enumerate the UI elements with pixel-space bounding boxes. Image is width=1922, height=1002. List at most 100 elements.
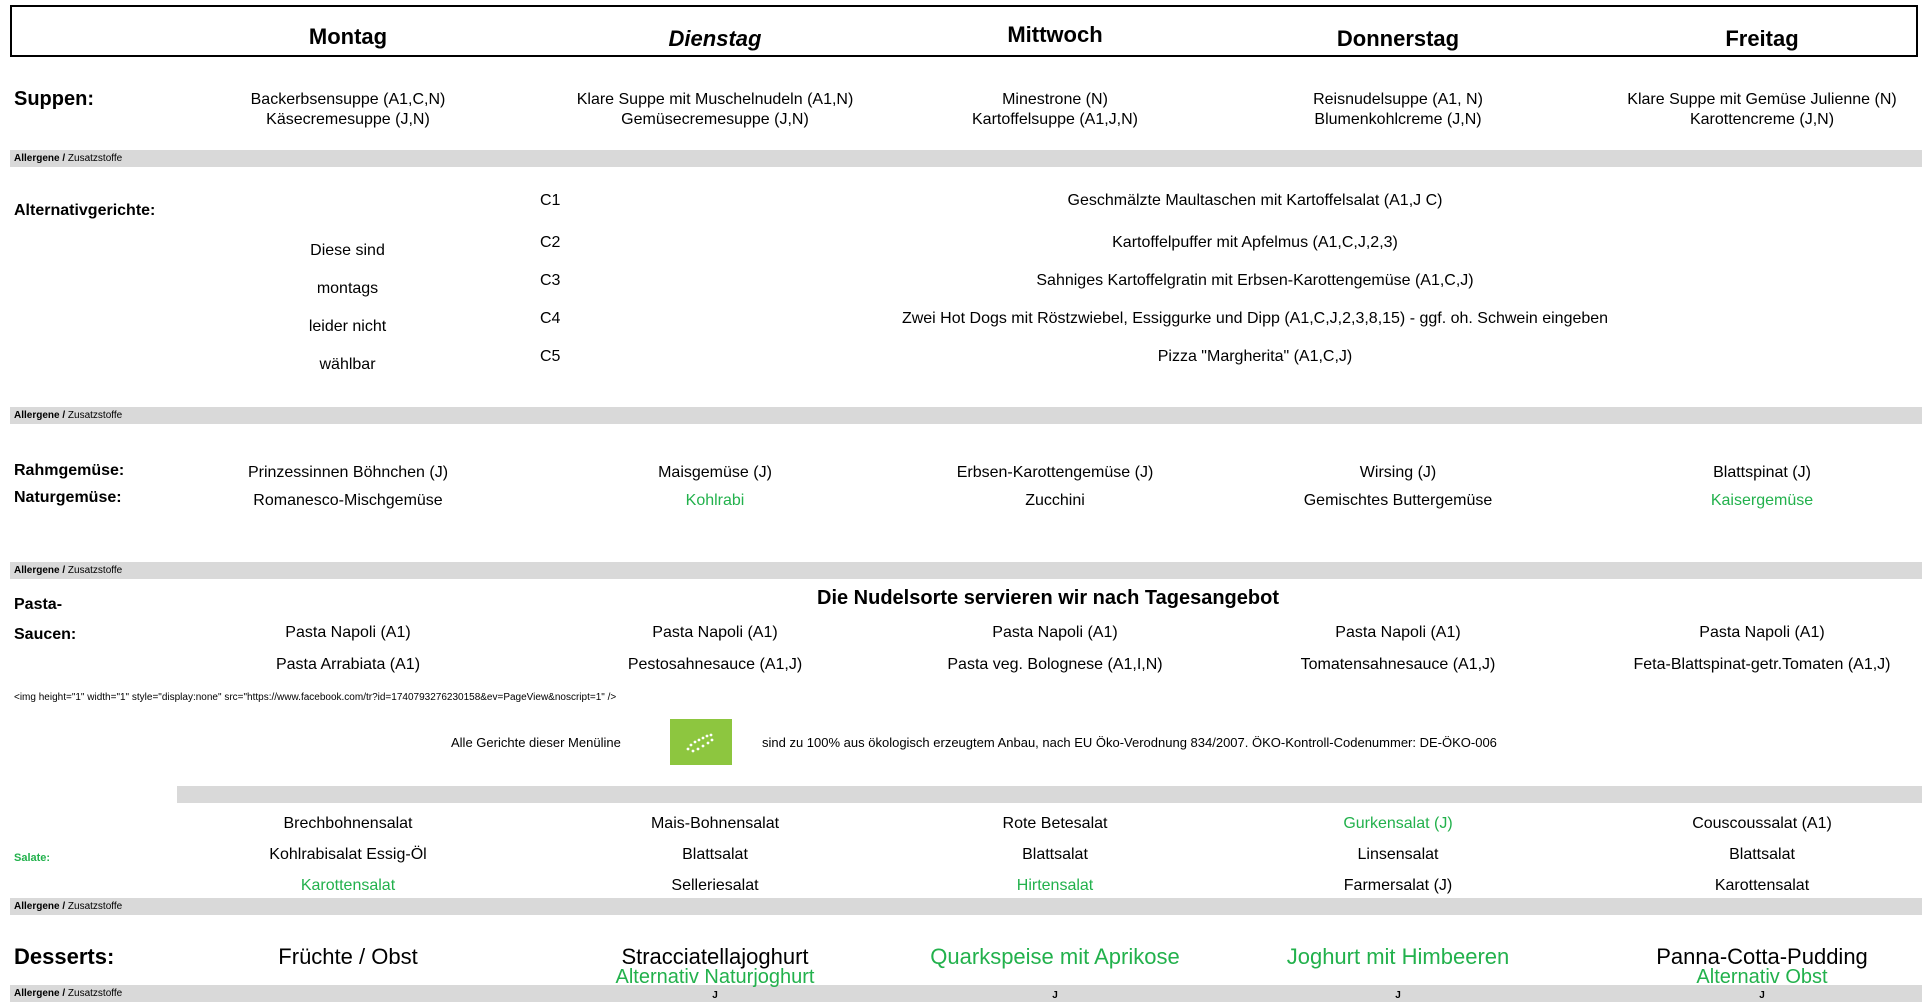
eu-organic-logo — [670, 719, 732, 765]
salad-monday: Brechbohnensalat Kohlrabisalat Essig-Öl … — [269, 814, 426, 896]
soup-tuesday-2: Gemüsecremesuppe (J,N) — [621, 111, 809, 128]
natural-veg-label: Naturgemüse: — [14, 489, 122, 506]
salad-friday-2: Blattsalat — [1729, 846, 1795, 863]
pasta-row1-wednesday: Pasta Napoli (A1) — [992, 624, 1118, 641]
allergen-bar — [10, 562, 1922, 579]
allergen-bar-label: Allergene / Zusatzstoffe — [14, 565, 123, 576]
allergen-bar — [10, 407, 1922, 424]
dessert-allergen-tuesday: J — [712, 990, 718, 1001]
salad-friday-1: Couscoussalat (A1) — [1692, 815, 1832, 832]
soup-friday-1: Klare Suppe mit Gemüse Julienne (N) — [1627, 91, 1897, 108]
alt-code-c5: C5 — [540, 348, 561, 365]
salad-thursday-2: Linsensalat — [1357, 846, 1439, 863]
alt-text-c1: Geschmälzte Maultaschen mit Kartoffelsal… — [1067, 192, 1443, 209]
salad-tuesday-3: Selleriesalat — [671, 877, 759, 894]
salad-friday: Couscoussalat (A1) Blattsalat Karottensa… — [1692, 814, 1832, 896]
alt-text-c2: Kartoffelpuffer mit Apfelmus (A1,C,J,2,3… — [1112, 234, 1398, 251]
alt-code-c2: C2 — [540, 234, 561, 251]
allergen-bar-label: Allergene / Zusatzstoffe — [14, 988, 123, 999]
soup-monday-1: Backerbsensuppe (A1,C,N) — [250, 91, 446, 108]
soup-friday: Klare Suppe mit Gemüse Julienne (N) Karo… — [1627, 90, 1896, 130]
soup-wednesday-2: Kartoffelsuppe (A1,J,N) — [971, 111, 1139, 128]
pasta-row1-tuesday: Pasta Napoli (A1) — [652, 624, 778, 641]
soup-thursday: Reisnudelsuppe (A1, N) Blumenkohlcreme (… — [1313, 90, 1483, 130]
cream-veg-wednesday: Erbsen-Karottengemüse (J) — [956, 464, 1154, 481]
cream-veg-thursday: Wirsing (J) — [1359, 464, 1437, 481]
salad-thursday-3: Farmersalat (J) — [1343, 877, 1453, 894]
alt-code-c1: C1 — [540, 192, 561, 209]
salad-tuesday-2: Blattsalat — [682, 846, 748, 863]
pasta-heading: Die Nudelsorte servieren wir nach Tagesa… — [817, 587, 1279, 609]
alt-code-c3: C3 — [540, 272, 561, 289]
natural-veg-wednesday: Zucchini — [1025, 492, 1085, 509]
soup-thursday-2: Blumenkohlcreme (J,N) — [1314, 111, 1482, 128]
allergen-bar — [10, 150, 1922, 167]
allergen-bar — [10, 898, 1922, 915]
alternatives-note-1: Diese sind — [310, 242, 385, 259]
pasta-label-2: Saucen: — [14, 626, 77, 643]
pasta-row2-thursday: Tomatensahnesauce (A1,J) — [1300, 656, 1496, 673]
salad-thursday-1: Gurkensalat (J) — [1343, 815, 1453, 832]
alternatives-note-3: leider nicht — [308, 318, 387, 335]
pasta-label-1: Pasta- — [14, 596, 63, 613]
desserts-label: Desserts: — [14, 944, 115, 969]
day-thursday: Donnerstag — [1336, 26, 1460, 51]
pasta-row1-thursday: Pasta Napoli (A1) — [1335, 624, 1461, 641]
dessert-alternative-friday: Alternativ Obst — [1696, 966, 1828, 988]
day-friday: Freitag — [1725, 26, 1799, 51]
day-tuesday: Dienstag — [668, 26, 762, 51]
salad-monday-2: Kohlrabisalat Essig-Öl — [269, 846, 427, 863]
dessert-thursday: Joghurt mit Himbeeren — [1286, 944, 1510, 969]
soups-label: Suppen: — [14, 88, 94, 110]
soup-wednesday: Minestrone (N) Kartoffelsuppe (A1,J,N) — [972, 90, 1138, 130]
soup-thursday-1: Reisnudelsuppe (A1, N) — [1313, 91, 1483, 108]
eco-right-text: sind zu 100% aus ökologisch erzeugtem An… — [762, 735, 1497, 750]
alternatives-label: Alternativgerichte: — [14, 202, 156, 219]
eco-left-text: Alle Gerichte dieser Menüline — [451, 735, 621, 750]
allergen-bar-label: Allergene / Zusatzstoffe — [14, 901, 123, 912]
salad-wednesday-1: Rote Betesalat — [1002, 815, 1108, 832]
natural-veg-friday: Kaisergemüse — [1710, 492, 1814, 509]
natural-veg-monday: Romanesco-Mischgemüse — [253, 492, 443, 509]
pasta-row1-friday: Pasta Napoli (A1) — [1699, 624, 1825, 641]
cream-veg-tuesday: Maisgemüse (J) — [658, 464, 772, 481]
dessert-monday: Früchte / Obst — [278, 944, 418, 969]
day-monday: Montag — [308, 24, 388, 49]
soup-monday-2: Käsecremesuppe (J,N) — [266, 111, 430, 128]
soup-friday-2: Karottencreme (J,N) — [1689, 111, 1835, 128]
alternatives-note-4: wählbar — [319, 356, 376, 373]
soup-wednesday-1: Minestrone (N) — [1002, 91, 1108, 108]
dessert-wednesday: Quarkspeise mit Aprikose — [930, 944, 1180, 969]
salad-friday-3: Karottensalat — [1714, 877, 1810, 894]
salad-tuesday: Mais-Bohnensalat Blattsalat Selleriesala… — [651, 814, 779, 896]
eu-organic-leaf-icon — [686, 733, 714, 753]
salad-thursday: Gurkensalat (J) Linsensalat Farmersalat … — [1343, 814, 1452, 896]
allergen-bar — [10, 985, 1922, 1002]
dessert-allergen-wednesday: J — [1052, 990, 1058, 1001]
salad-wednesday: Rote Betesalat Blattsalat Hirtensalat — [1003, 814, 1108, 896]
alternatives-note-2: montags — [316, 280, 379, 297]
dessert-alternative-tuesday: Alternativ Naturjoghurt — [615, 966, 815, 988]
salad-monday-3: Karottensalat — [300, 877, 396, 894]
alt-text-c4: Zwei Hot Dogs mit Röstzwiebel, Essiggurk… — [901, 310, 1609, 327]
natural-veg-thursday: Gemischtes Buttergemüse — [1303, 492, 1493, 509]
header-box — [10, 5, 1918, 57]
pasta-row2-friday: Feta-Blattspinat-getr.Tomaten (A1,J) — [1633, 656, 1891, 673]
pasta-row1-monday: Pasta Napoli (A1) — [285, 624, 411, 641]
dessert-allergen-thursday: J — [1395, 990, 1401, 1001]
salad-header-bar — [177, 786, 1922, 803]
salads-label: Salate: — [14, 852, 51, 864]
soup-tuesday: Klare Suppe mit Muschelnudeln (A1,N) Gem… — [577, 90, 854, 130]
alt-text-c5: Pizza "Margherita" (A1,C,J) — [1157, 348, 1353, 365]
cream-veg-friday: Blattspinat (J) — [1713, 464, 1811, 481]
salad-wednesday-2: Blattsalat — [1022, 846, 1088, 863]
dessert-allergen-friday: J — [1759, 990, 1765, 1001]
soup-monday: Backerbsensuppe (A1,C,N) Käsecremesuppe … — [251, 90, 446, 130]
pasta-row2-wednesday: Pasta veg. Bolognese (A1,I,N) — [947, 656, 1163, 673]
soup-tuesday-1: Klare Suppe mit Muschelnudeln (A1,N) — [576, 91, 854, 108]
pasta-row2-tuesday: Pestosahnesauce (A1,J) — [627, 656, 803, 673]
salad-tuesday-1: Mais-Bohnensalat — [650, 815, 780, 832]
alt-code-c4: C4 — [540, 310, 561, 327]
alt-text-c3: Sahniges Kartoffelgratin mit Erbsen-Karo… — [1036, 272, 1474, 289]
salad-wednesday-3: Hirtensalat — [1016, 877, 1094, 894]
